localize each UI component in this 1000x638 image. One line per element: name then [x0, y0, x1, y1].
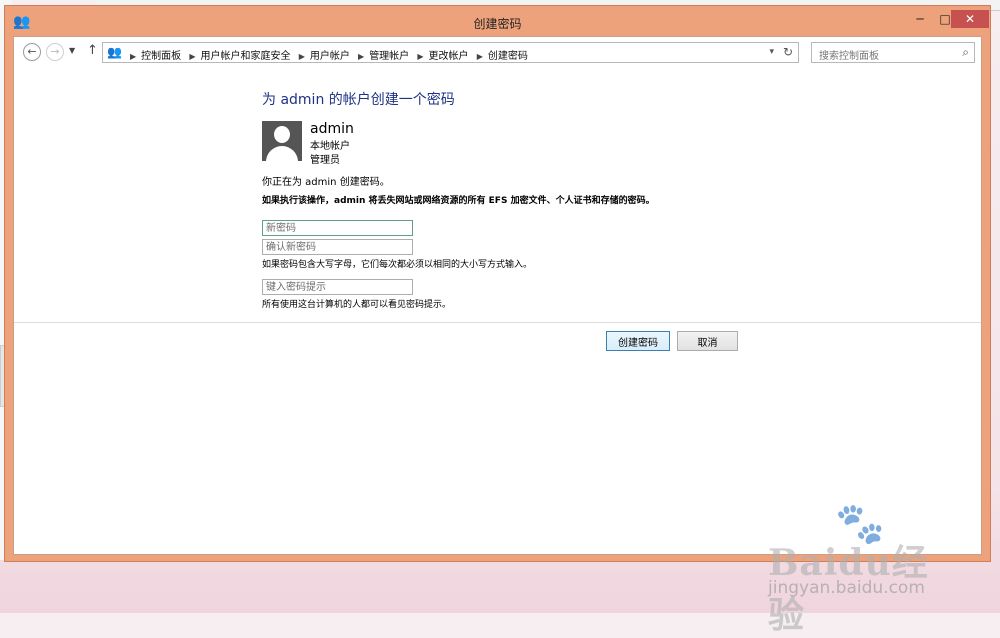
page-title: 为 admin 的帐户创建一个密码: [262, 92, 455, 108]
back-button[interactable]: ←: [23, 43, 41, 61]
search-icon[interactable]: ⌕: [962, 45, 969, 60]
search-box[interactable]: 搜索控制面板 ⌕: [811, 42, 975, 63]
case-sensitivity-note: 如果密码包含大写字母，它们每次都必须以相同的大小写方式输入。: [262, 260, 533, 270]
navigation-bar: ← → ▼ ↑ 👥 ▶ 控制面板 ▶ 用户帐户和家庭安全 ▶ 用户帐户 ▶ 管理帐户 ▶…: [14, 37, 981, 73]
watermark-url: jingyan.baidu.com: [768, 578, 925, 598]
close-button[interactable]: ✕: [951, 10, 989, 28]
confirm-password-field[interactable]: [262, 239, 413, 255]
window-content: ← → ▼ ↑ 👥 ▶ 控制面板 ▶ 用户帐户和家庭安全 ▶ 用户帐户 ▶ 管理帐户 ▶…: [13, 36, 982, 555]
account-type: 本地帐户: [310, 141, 350, 152]
new-password-field[interactable]: [262, 220, 413, 236]
account-role: 管理员: [310, 155, 340, 166]
recent-locations-chevron-icon[interactable]: ▼: [69, 46, 75, 55]
refresh-icon[interactable]: ↻: [783, 45, 793, 59]
window-title: 创建密码: [473, 17, 522, 31]
breadcrumb-separator-icon: ▶: [417, 52, 424, 61]
breadcrumb-item[interactable]: 更改帐户: [429, 51, 469, 62]
breadcrumb-item[interactable]: 管理帐户: [369, 51, 409, 62]
create-password-window: 👥 创建密码 ─ □ ✕ ← → ▼ ↑ 👥 ▶ 控制面板 ▶ 用户帐户和家庭安全 …: [4, 5, 991, 562]
title-bar[interactable]: 👥 创建密码 ─ □ ✕: [5, 6, 990, 36]
search-input[interactable]: 搜索控制面板: [819, 47, 879, 62]
address-dropdown-chevron-icon[interactable]: ▾: [769, 47, 774, 57]
breadcrumb-separator-icon: ▶: [298, 52, 305, 61]
cancel-button[interactable]: 取消: [677, 331, 738, 351]
breadcrumb-item[interactable]: 用户帐户和家庭安全: [201, 51, 291, 62]
address-bar[interactable]: 👥 ▶ 控制面板 ▶ 用户帐户和家庭安全 ▶ 用户帐户 ▶ 管理帐户 ▶ 更改帐户 ▶ 创建…: [102, 42, 799, 63]
hint-visibility-note: 所有使用这台计算机的人都可以看见密码提示。: [262, 300, 452, 310]
breadcrumb-separator-icon: ▶: [189, 52, 196, 61]
breadcrumb-separator-icon: ▶: [476, 52, 483, 61]
password-hint-field[interactable]: [262, 279, 413, 295]
efs-warning-text: 如果执行该操作，admin 将丢失网站或网络资源的所有 EFS 加密文件、个人证…: [262, 196, 655, 206]
account-name: admin: [310, 121, 354, 137]
info-text: 你正在为 admin 创建密码。: [262, 177, 390, 188]
avatar: [262, 121, 302, 161]
create-password-button[interactable]: 创建密码: [606, 331, 670, 351]
breadcrumb-separator-icon: ▶: [130, 52, 137, 61]
watermark: 🐾 Baidu经验 jingyan.baidu.com: [760, 498, 960, 636]
breadcrumb-item[interactable]: 创建密码: [488, 51, 528, 62]
control-panel-icon: 👥: [107, 45, 122, 59]
breadcrumb-separator-icon: ▶: [358, 52, 365, 61]
up-button[interactable]: ↑: [87, 43, 98, 58]
minimize-button[interactable]: ─: [907, 10, 933, 28]
divider: [14, 322, 981, 323]
forward-button[interactable]: →: [46, 43, 64, 61]
breadcrumb: ▶ 控制面板 ▶ 用户帐户和家庭安全 ▶ 用户帐户 ▶ 管理帐户 ▶ 更改帐户 ▶ 创建密码: [125, 47, 528, 62]
breadcrumb-item[interactable]: 用户帐户: [310, 51, 350, 62]
breadcrumb-item[interactable]: 控制面板: [141, 51, 181, 62]
